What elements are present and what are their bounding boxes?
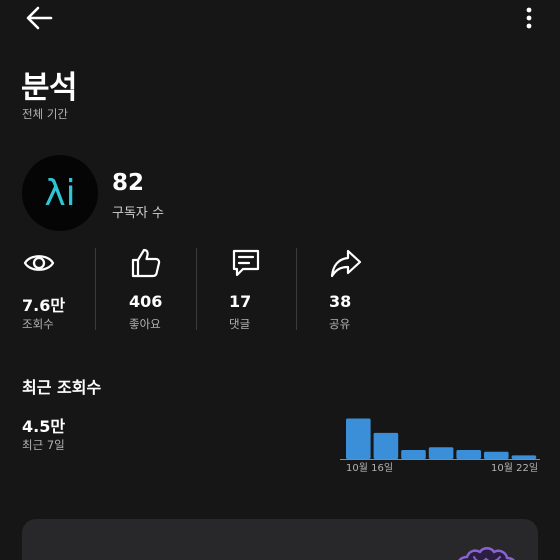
stat-divider — [196, 248, 197, 330]
channel-logo: λi — [44, 173, 75, 214]
comments-value: 17 — [229, 292, 252, 311]
recent-views-chart[interactable]: 10월 16일 10월 22일 — [340, 408, 540, 478]
recent-views-title: 최근 조회수 — [22, 378, 102, 397]
comment-icon — [232, 249, 260, 277]
chart-tick-label: 10월 22일 — [491, 462, 538, 474]
eye-icon — [23, 255, 55, 271]
chart-bar[interactable] — [401, 450, 426, 459]
decorative-illustration-icon — [458, 547, 515, 560]
comments-label: 댓글 — [229, 317, 251, 331]
subscriber-count: 82 — [112, 170, 145, 196]
likes-label: 좋아요 — [129, 317, 161, 331]
shares-label: 공유 — [329, 317, 351, 331]
stat-divider — [95, 248, 96, 330]
vertical-ellipsis-icon — [526, 7, 532, 29]
views-label: 조회수 — [22, 317, 54, 331]
chart-bar[interactable] — [484, 451, 509, 459]
stat-divider — [296, 248, 297, 330]
stat-likes[interactable]: 406 좋아요 — [129, 246, 191, 336]
arrow-left-icon — [26, 6, 53, 30]
chart-bar[interactable] — [511, 455, 537, 459]
analytics-screen: 분석 전체 기간 λi 82 구독자 수 7.6만 조회수 406 좋아요 17… — [0, 0, 560, 560]
page-title: 분석 — [21, 70, 78, 106]
period-subtitle: 전체 기간 — [22, 107, 68, 121]
chart-bar[interactable] — [456, 450, 481, 459]
thumbs-up-icon — [131, 248, 161, 278]
chart-tick-label: 10월 16일 — [346, 462, 393, 474]
chart-bar[interactable] — [428, 447, 454, 459]
shares-value: 38 — [329, 292, 352, 311]
channel-avatar[interactable]: λi — [22, 155, 98, 231]
share-icon — [330, 249, 362, 278]
recent-views-period: 최근 7일 — [22, 438, 65, 452]
promo-card[interactable] — [22, 519, 538, 560]
stat-shares[interactable]: 38 공유 — [329, 246, 391, 336]
chart-bar[interactable] — [373, 432, 399, 459]
chart-bar[interactable] — [346, 418, 371, 460]
stat-comments[interactable]: 17 댓글 — [229, 246, 291, 336]
stat-views[interactable]: 7.6만 조회수 — [22, 246, 92, 336]
likes-value: 406 — [129, 292, 163, 311]
channel-logo-text: λi — [44, 173, 75, 214]
back-button[interactable] — [24, 5, 54, 31]
views-value: 7.6만 — [22, 296, 66, 315]
recent-views-value: 4.5만 — [22, 417, 66, 436]
more-options-button[interactable] — [518, 6, 540, 32]
subscriber-label: 구독자 수 — [112, 206, 164, 221]
